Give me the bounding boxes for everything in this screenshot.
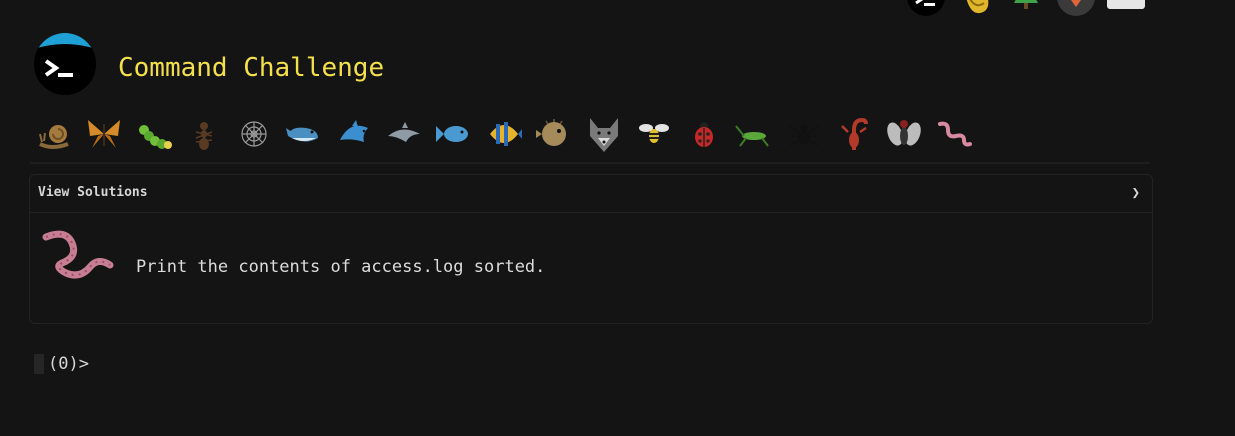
terminal-prompt[interactable]: (0)> xyxy=(34,353,89,375)
snail-icon[interactable] xyxy=(34,114,74,154)
fly-icon[interactable] xyxy=(884,114,924,154)
bee-icon[interactable] xyxy=(634,114,674,154)
blowfish-icon[interactable] xyxy=(534,114,574,154)
wolf-icon[interactable] xyxy=(584,114,624,154)
hand-icon[interactable] xyxy=(955,0,997,16)
butterfly-icon[interactable] xyxy=(84,114,124,154)
challenge-creature-nav xyxy=(30,110,1150,164)
terminal-cursor xyxy=(34,354,44,374)
worm-icon xyxy=(40,227,116,279)
spider-web-icon[interactable] xyxy=(234,114,274,154)
dolphin-gray-icon[interactable] xyxy=(384,114,424,154)
top-icon-bar xyxy=(905,0,1147,16)
ant-icon[interactable] xyxy=(184,114,224,154)
worm-icon[interactable] xyxy=(934,114,974,154)
view-solutions-label: View Solutions xyxy=(38,185,148,200)
gitlab-icon[interactable] xyxy=(1055,0,1097,16)
fish-icon[interactable] xyxy=(434,114,474,154)
cricket-icon[interactable] xyxy=(734,114,774,154)
tree-icon[interactable] xyxy=(1005,0,1047,16)
view-solutions-toggle[interactable]: View Solutions ❯ xyxy=(30,175,1152,213)
whale-icon[interactable] xyxy=(284,114,324,154)
page-title: Command Challenge xyxy=(118,53,385,83)
spider-icon[interactable] xyxy=(784,114,824,154)
terminal-icon[interactable] xyxy=(905,0,947,16)
challenge-card: View Solutions ❯ Print the contents of a… xyxy=(29,174,1153,324)
scorpion-icon[interactable] xyxy=(834,114,874,154)
dolphin-icon[interactable] xyxy=(334,114,374,154)
mail-icon[interactable] xyxy=(1105,0,1147,16)
prompt-text: (0)> xyxy=(48,354,89,374)
logo-terminal-icon xyxy=(34,33,96,95)
tropical-fish-icon[interactable] xyxy=(484,114,524,154)
page: Command Challenge View Solutions ❯ Print… xyxy=(0,0,1235,436)
challenge-task-text: Print the contents of access.log sorted. xyxy=(136,257,546,277)
chevron-right-icon: ❯ xyxy=(1131,185,1140,201)
ladybug-icon[interactable] xyxy=(684,114,724,154)
caterpillar-icon[interactable] xyxy=(134,114,174,154)
